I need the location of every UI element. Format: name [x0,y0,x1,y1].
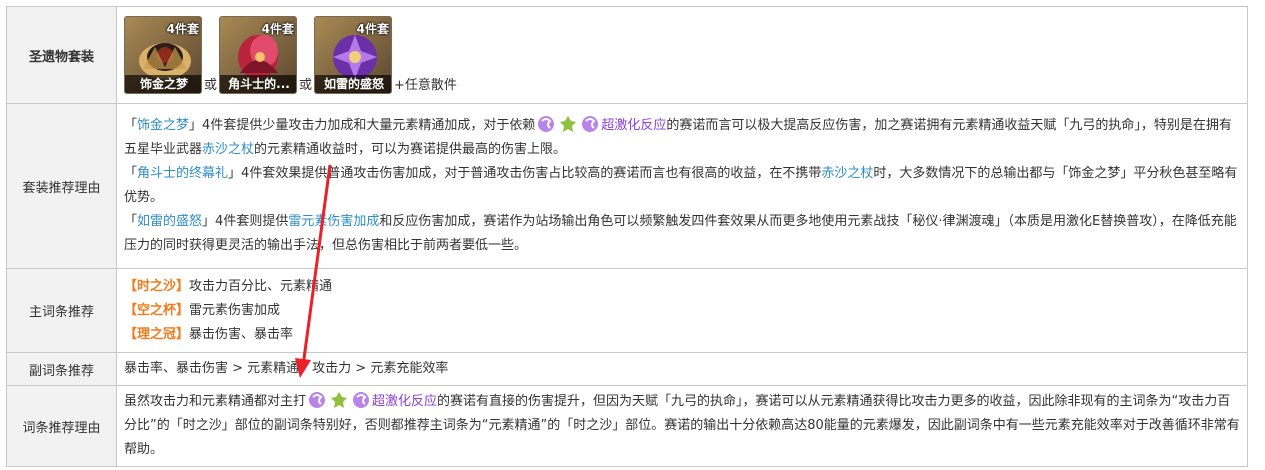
electro-element-icon [538,116,555,132]
bracket: 」 [189,118,203,133]
slot-value: 雷元素伤害加成 [189,302,281,318]
reaction-link-aggravate[interactable]: 超激化反应 [601,118,666,133]
reason-paragraph-2: 「角斗士的终幕礼」4件套效果提供普通攻击伤害加成，对于普通攻击伤害占比较高的赛诺… [124,162,1240,210]
reason-body: 「饰金之梦」4件套提供少量攻击力加成和大量元素精通加成，对于依赖 超激化反应的赛诺… [116,103,1248,269]
weapon-link-staff-of-scarlet-sands[interactable]: 赤沙之杖 [821,166,873,181]
bracket: 」 [202,214,216,229]
reason-text: 4件套效果提供普通攻击伤害加成，对于普通攻击伤害占比较高的赛诺而言也有很高的收益… [241,166,822,181]
slot-label: 【时之沙】 [124,278,190,294]
set-header: 圣遗物套装 [6,6,117,104]
dendro-element-icon [560,116,577,132]
sub-stat-row: 副词条推荐 暴击率、暴击伤害 > 元素精通、攻击力 > 元素充能效率 [6,352,1248,386]
artifact-card-thundering-fury[interactable]: 4件套 如雷的盛怒 [314,16,393,94]
main-stat-row: 主词条推荐 【时之沙】攻击力百分比、元素精通 【空之杯】雷元素伤害加成 【理之冠… [6,268,1248,353]
electro-dmg-bonus-link[interactable]: 雷元素伤害加成 [288,214,379,229]
main-stat-item: 【时之沙】攻击力百分比、元素精通 [124,275,1240,299]
card-tag: 4件套 [166,22,199,36]
slot-label: 【理之冠】 [124,326,190,342]
dendro-element-icon [331,392,348,408]
reaction-link-aggravate[interactable]: 超激化反应 [372,394,437,409]
electro-element-icon [353,392,370,408]
card-name: 角斗士的... [220,75,297,93]
set-row: 圣遗物套装 4件套 饰金之梦 或 4件套 角斗士的... 或 4件套 如雷的盛怒… [6,6,1248,104]
main-stat-item: 【理之冠】暴击伤害、暴击率 [124,323,1240,347]
reason-row: 套装推荐理由 「饰金之梦」4件套提供少量攻击力加成和大量元素精通加成，对于依赖超… [6,103,1248,269]
reason-header: 套装推荐理由 [6,103,117,269]
set-link-gilded-dreams[interactable]: 饰金之梦 [137,118,189,133]
slot-value: 攻击力百分比、元素精通 [189,278,333,294]
set-link-thundering-fury[interactable]: 如雷的盛怒 [137,214,202,229]
main-stat-body: 【时之沙】攻击力百分比、元素精通 【空之杯】雷元素伤害加成 【理之冠】暴击伤害、… [116,268,1248,353]
card-tag: 4件套 [356,22,390,36]
weapon-link-staff-of-scarlet-sands[interactable]: 赤沙之杖 [202,142,254,157]
slot-value: 暴击伤害、暴击率 [189,326,294,342]
reason-text: 的元素精通收益时，可以为赛诺提供最高的伤害上限。 [254,142,567,157]
electro-element-icon [582,116,599,132]
sub-stat-header: 副词条推荐 [6,352,117,386]
sub-reason-row: 词条推荐理由 虽然攻击力和元素精通都对主打 超激化反应的赛诺有直接的伤害提升，但因… [6,385,1248,467]
reason-text: 4件套则提供 [215,214,289,229]
set-link-gladiators-finale[interactable]: 角斗士的终幕礼 [137,166,228,181]
card-name: 如雷的盛怒 [315,75,392,93]
main-stat-item: 【空之杯】雷元素伤害加成 [124,299,1240,323]
artifact-card-gladiators-finale[interactable]: 4件套 角斗士的... [219,16,298,94]
reason-paragraph-1: 「饰金之梦」4件套提供少量攻击力加成和大量元素精通加成，对于依赖 超激化反应的赛诺… [124,114,1240,162]
main-stat-header: 主词条推荐 [6,268,117,353]
artifact-card-gilded-dreams[interactable]: 4件套 饰金之梦 [124,16,202,94]
reason-text: 虽然攻击力和元素精通都对主打 [124,394,307,409]
bracket: 「 [124,118,138,133]
reason-text: 4件套提供少量攻击力加成和大量元素精通加成，对于依赖 [202,118,536,133]
bracket: 「 [124,166,138,181]
any-pieces-text: +任意散件 [394,78,457,93]
slot-label: 【空之杯】 [124,302,190,318]
sub-reason-body: 虽然攻击力和元素精通都对主打 超激化反应的赛诺有直接的伤害提升，但因为天赋「九弓的… [116,385,1248,467]
reason-paragraph-3: 「如雷的盛怒」4件套则提供雷元素伤害加成和反应伤害加成，赛诺作为站场输出角色可以… [124,210,1240,258]
sub-stat-value: 暴击率、暴击伤害 > 元素精通、攻击力 > 元素充能效率 [116,352,1248,386]
artifact-set-list: 4件套 饰金之梦 或 4件套 角斗士的... 或 4件套 如雷的盛怒 +任意散件 [124,12,1240,94]
sub-reason-header: 词条推荐理由 [6,385,117,467]
card-name: 饰金之梦 [125,75,201,93]
bracket: 」 [228,166,242,181]
electro-element-icon [309,392,326,408]
or-separator: 或 [299,78,313,93]
artifact-guide-table: 圣遗物套装 4件套 饰金之梦 或 4件套 角斗士的... 或 4件套 如雷的盛怒… [6,6,1248,467]
bracket: 「 [124,214,138,229]
or-separator: 或 [204,78,218,93]
card-tag: 4件套 [261,22,295,36]
